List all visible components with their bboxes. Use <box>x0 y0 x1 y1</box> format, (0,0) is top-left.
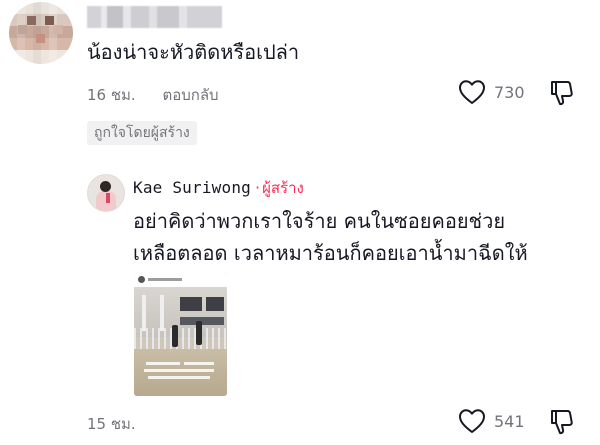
reply-separator: · <box>255 178 261 197</box>
reply-like-button[interactable]: 541 <box>458 408 525 434</box>
comment-text: น้องน่าจะหัวติดหรือเปล่า <box>87 40 300 64</box>
heart-outline-icon <box>459 409 485 433</box>
reply-attached-image[interactable] <box>134 273 227 396</box>
comment-time: 16 ชม. <box>87 86 136 104</box>
comment-like-button[interactable]: 730 <box>458 79 525 105</box>
reply-header: Kae Suriwong · ผู้สร้าง <box>133 177 304 199</box>
comment-meta: 16 ชม. ตอบกลับ <box>87 83 219 107</box>
reply-author-avatar[interactable] <box>87 174 125 212</box>
reply-author-name[interactable]: Kae Suriwong <box>133 178 251 197</box>
reply-like-count: 541 <box>494 411 525 431</box>
commenter-avatar-blurred[interactable] <box>9 2 73 64</box>
reply-time: 15 ชม. <box>87 415 136 433</box>
commenter-name-blurred[interactable] <box>87 6 222 28</box>
reply-meta: 15 ชม. <box>87 412 136 436</box>
comment-dislike-button[interactable] <box>548 79 576 111</box>
reply-text: อย่าคิดว่าพวกเราใจร้าย คนในซอยคอยช่วย เห… <box>133 209 528 265</box>
reply-dislike-button[interactable] <box>548 408 576 440</box>
comments-panel: น้องน่าจะหัวติดหรือเปล่า 16 ชม. ตอบกลับ … <box>0 0 600 445</box>
heart-outline-icon <box>459 80 485 104</box>
thumbs-down-icon <box>551 81 573 106</box>
liked-by-creator-badge: ถูกใจโดยผู้สร้าง <box>87 121 197 145</box>
comment-like-count: 730 <box>494 82 525 102</box>
creator-label: ผู้สร้าง <box>262 179 304 197</box>
comment-reply-button[interactable]: ตอบกลับ <box>162 86 218 104</box>
thumbs-down-icon <box>551 410 573 435</box>
